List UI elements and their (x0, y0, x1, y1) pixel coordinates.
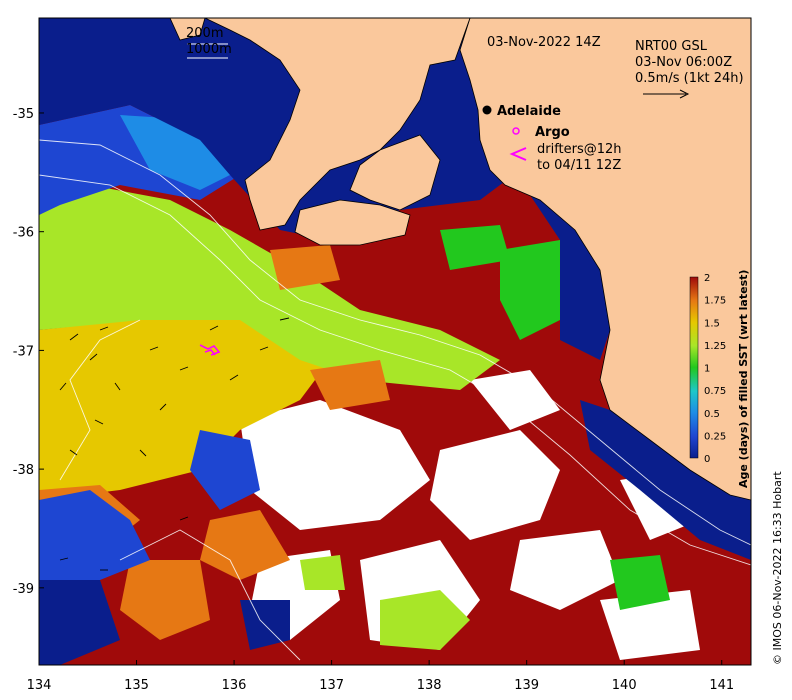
x-tick-label: 136 (222, 678, 247, 693)
product-line-1: NRT00 GSL (635, 39, 708, 54)
x-tick-label: 139 (514, 678, 539, 693)
drifter-label-1: drifters@12h (537, 142, 622, 157)
x-tick-label: 134 (27, 678, 52, 693)
product-line-2: 03-Nov 06:00Z (635, 55, 732, 70)
argo-label: Argo (535, 125, 570, 140)
colorbar-tick-label: 0.5 (704, 409, 720, 420)
isobath-label-1000: 1000m (186, 42, 232, 57)
colorbar-tick-label: 0 (704, 454, 710, 465)
sst-age-map: 134 135 136 137 138 139 140 141 -35 -36 -37 -38 -39… (13, 17, 784, 693)
colorbar-tick-label: 1 (704, 364, 710, 375)
map-panel (39, 18, 751, 665)
place-label: Adelaide (497, 104, 561, 119)
colorbar-title: Age (days) of filled SST (wrt latest) (737, 270, 750, 488)
date-label: 03-Nov-2022 14Z (487, 35, 601, 50)
colorbar-tick-label: 0.75 (704, 386, 726, 397)
colorbar-ramp (689, 276, 699, 459)
x-tick-label: 138 (417, 678, 442, 693)
x-tick-label: 137 (319, 678, 344, 693)
y-tick-label: -39 (13, 582, 34, 597)
drifter-label-2: to 04/11 12Z (537, 158, 621, 173)
x-tick-label: 140 (612, 678, 637, 693)
y-tick-label: -38 (13, 463, 34, 478)
x-tick-label: 141 (709, 678, 734, 693)
credit-text: © IMOS 06-Nov-2022 16:33 Hobart (771, 471, 784, 665)
colorbar-tick-label: 2 (704, 273, 710, 284)
y-tick-label: -37 (13, 344, 34, 359)
colorbar-tick-label: 1.25 (704, 341, 726, 352)
y-tick-label: -36 (13, 226, 34, 241)
x-tick-label: 135 (124, 678, 149, 693)
colorbar-tick-label: 0.25 (704, 431, 726, 442)
colorbar-tick-label: 1.5 (704, 318, 720, 329)
isobath-label-200: 200m (186, 26, 223, 41)
city-dot-icon (482, 105, 492, 115)
colorbar-tick-label: 1.75 (704, 296, 726, 307)
product-line-3: 0.5m/s (1kt 24h) (635, 71, 744, 86)
y-tick-label: -35 (13, 107, 34, 122)
